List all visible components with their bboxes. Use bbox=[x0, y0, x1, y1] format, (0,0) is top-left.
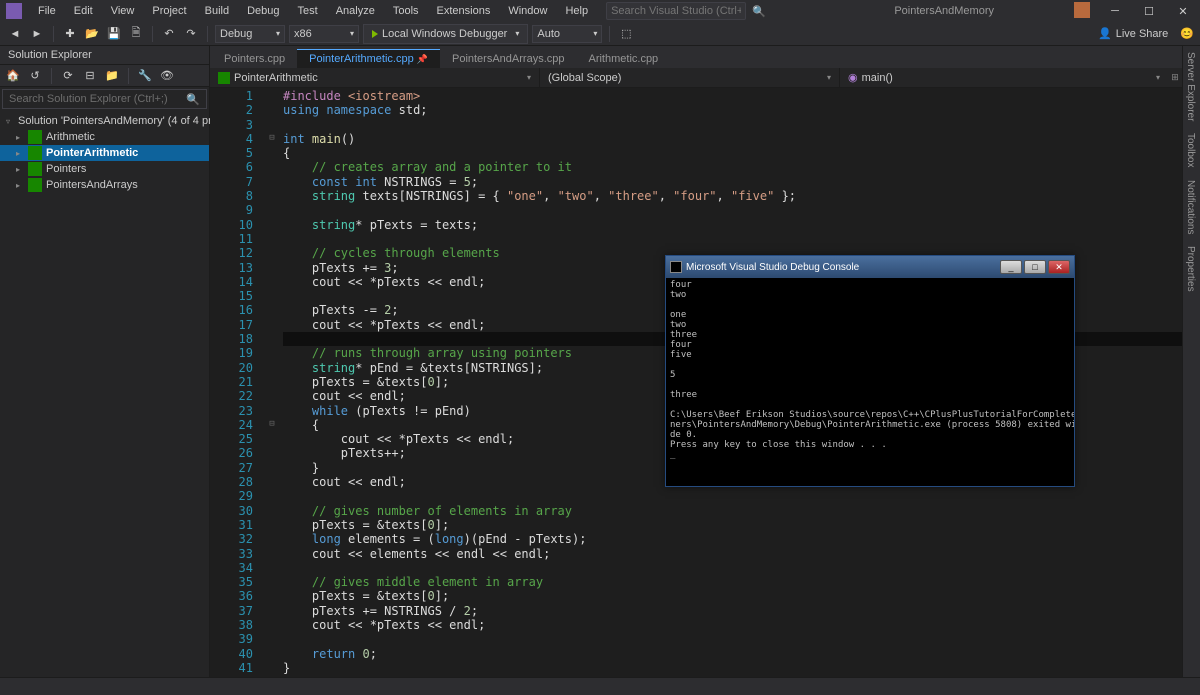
menu-extensions[interactable]: Extensions bbox=[429, 3, 499, 19]
search-icon: 🔍 bbox=[752, 5, 766, 18]
start-debug-button[interactable]: Local Windows Debugger ▾ bbox=[363, 24, 528, 44]
se-preview-button[interactable]: 👁 bbox=[158, 67, 176, 85]
split-editor-button[interactable]: ⊞ bbox=[1168, 72, 1182, 83]
user-avatar-icon[interactable] bbox=[1074, 2, 1090, 18]
solution-explorer-title: Solution Explorer bbox=[0, 46, 209, 65]
se-properties-button[interactable]: 🔧 bbox=[136, 67, 154, 85]
nav-scope-combo[interactable]: (Global Scope)▾ bbox=[540, 68, 840, 87]
right-tool-rail: Server Explorer Toolbox Notifications Pr… bbox=[1182, 46, 1200, 677]
tab-pointerarithmetic[interactable]: PointerArithmetic.cpp 📌 bbox=[297, 49, 440, 68]
menu-edit[interactable]: Edit bbox=[66, 3, 101, 19]
console-close-button[interactable]: ✕ bbox=[1048, 260, 1070, 274]
menu-tools[interactable]: Tools bbox=[385, 3, 427, 19]
console-output[interactable]: fourtwoonetwothreefourfive5threeC:\Users… bbox=[666, 278, 1074, 486]
menu-debug[interactable]: Debug bbox=[239, 3, 287, 19]
tab-pointers[interactable]: Pointers.cpp bbox=[212, 50, 297, 68]
live-share-icon: 👤 bbox=[1098, 27, 1112, 40]
se-showall-button[interactable]: 📁 bbox=[103, 67, 121, 85]
document-tab-bar: Pointers.cpp PointerArithmetic.cpp 📌 Poi… bbox=[210, 46, 1182, 68]
live-share-button[interactable]: 👤 Live Share 😊 bbox=[1098, 27, 1194, 40]
menu-test[interactable]: Test bbox=[290, 3, 326, 19]
console-maximize-button[interactable]: □ bbox=[1024, 260, 1046, 274]
tab-arithmetic[interactable]: Arithmetic.cpp bbox=[576, 50, 670, 68]
solution-tree: ▿Solution 'PointersAndMemory' (4 of 4 pr… bbox=[0, 111, 209, 195]
console-minimize-button[interactable]: _ bbox=[1000, 260, 1022, 274]
window-title: PointersAndMemory bbox=[894, 5, 994, 17]
vs-logo-icon bbox=[6, 3, 22, 19]
menu-analyze[interactable]: Analyze bbox=[328, 3, 383, 19]
console-icon bbox=[670, 261, 682, 273]
menu-file-label: File bbox=[38, 5, 56, 17]
console-titlebar[interactable]: Microsoft Visual Studio Debug Console _ … bbox=[666, 256, 1074, 278]
se-refresh-button[interactable]: ⟳ bbox=[59, 67, 77, 85]
menu-bar: File Edit View Project Build Debug Test … bbox=[0, 0, 1200, 22]
maximize-button[interactable]: ☐ bbox=[1132, 0, 1166, 22]
console-title: Microsoft Visual Studio Debug Console bbox=[686, 262, 859, 273]
se-home-button[interactable]: 🏠 bbox=[4, 67, 22, 85]
redo-button[interactable]: ↷ bbox=[182, 25, 200, 43]
rail-notifications[interactable]: Notifications bbox=[1183, 174, 1198, 240]
auto-combo[interactable]: Auto▾ bbox=[532, 25, 602, 43]
navigation-bar: PointerArithmetic▾ (Global Scope)▾ ◉main… bbox=[210, 68, 1182, 88]
minimize-button[interactable]: ─ bbox=[1098, 0, 1132, 22]
main-toolbar: ◄ ► ✚ 📂 💾 🗎 ↶ ↷ Debug▾ x86▾ Local Window… bbox=[0, 22, 1200, 46]
nav-project-combo[interactable]: PointerArithmetic▾ bbox=[210, 68, 540, 87]
menu-project[interactable]: Project bbox=[144, 3, 194, 19]
tree-project-pointers[interactable]: ▸Pointers bbox=[0, 161, 209, 177]
tree-project-pointerarithmetic[interactable]: ▸PointerArithmetic bbox=[0, 145, 209, 161]
feedback-icon[interactable]: 😊 bbox=[1180, 27, 1194, 40]
project-icon bbox=[28, 146, 42, 160]
save-button[interactable]: 💾 bbox=[105, 25, 123, 43]
rail-server-explorer[interactable]: Server Explorer bbox=[1183, 46, 1198, 127]
project-icon bbox=[28, 130, 42, 144]
fold-gutter: ⊟⊟ bbox=[265, 88, 279, 677]
open-file-button[interactable]: 📂 bbox=[83, 25, 101, 43]
undo-button[interactable]: ↶ bbox=[160, 25, 178, 43]
menu-build[interactable]: Build bbox=[197, 3, 237, 19]
solution-config-combo[interactable]: Debug▾ bbox=[215, 25, 285, 43]
tree-project-pointersandarrays[interactable]: ▸PointersAndArrays bbox=[0, 177, 209, 193]
solution-platform-combo[interactable]: x86▾ bbox=[289, 25, 359, 43]
solution-explorer-search[interactable]: Search Solution Explorer (Ctrl+;)🔍 bbox=[2, 89, 207, 109]
save-all-button[interactable]: 🗎 bbox=[127, 25, 145, 43]
toolbar-btn-1[interactable]: ⬚ bbox=[617, 25, 635, 43]
rail-properties[interactable]: Properties bbox=[1183, 240, 1198, 298]
tree-solution-root[interactable]: ▿Solution 'PointersAndMemory' (4 of 4 pr… bbox=[0, 113, 209, 129]
rail-toolbox[interactable]: Toolbox bbox=[1183, 127, 1198, 173]
tab-pin-icon[interactable]: 📌 bbox=[417, 54, 428, 64]
new-project-button[interactable]: ✚ bbox=[61, 25, 79, 43]
debug-console-window[interactable]: Microsoft Visual Studio Debug Console _ … bbox=[665, 255, 1075, 487]
se-collapse-button[interactable]: ⊟ bbox=[81, 67, 99, 85]
solution-explorer-panel: Solution Explorer 🏠 ↺ ⟳ ⊟ 📁 🔧 👁 Search S… bbox=[0, 46, 210, 677]
tab-pointersandarrays[interactable]: PointersAndArrays.cpp bbox=[440, 50, 577, 68]
play-icon bbox=[372, 30, 378, 38]
menu-file[interactable]: File bbox=[30, 3, 64, 19]
status-bar bbox=[0, 677, 1200, 695]
menu-view[interactable]: View bbox=[103, 3, 143, 19]
menu-window[interactable]: Window bbox=[500, 3, 555, 19]
solution-explorer-toolbar: 🏠 ↺ ⟳ ⊟ 📁 🔧 👁 bbox=[0, 65, 209, 87]
project-icon bbox=[28, 162, 42, 176]
nav-back-button[interactable]: ◄ bbox=[6, 25, 24, 43]
quick-launch-input[interactable] bbox=[606, 2, 746, 20]
tree-project-arithmetic[interactable]: ▸Arithmetic bbox=[0, 129, 209, 145]
line-number-gutter: 1234567891011121314151617181920212223242… bbox=[210, 88, 265, 677]
menu-help[interactable]: Help bbox=[557, 3, 596, 19]
project-icon bbox=[28, 178, 42, 192]
nav-fwd-button[interactable]: ► bbox=[28, 25, 46, 43]
se-sync-button[interactable]: ↺ bbox=[26, 67, 44, 85]
close-button[interactable]: ✕ bbox=[1166, 0, 1200, 22]
nav-member-combo[interactable]: ◉main()▾ bbox=[840, 68, 1168, 87]
project-icon bbox=[218, 72, 230, 84]
